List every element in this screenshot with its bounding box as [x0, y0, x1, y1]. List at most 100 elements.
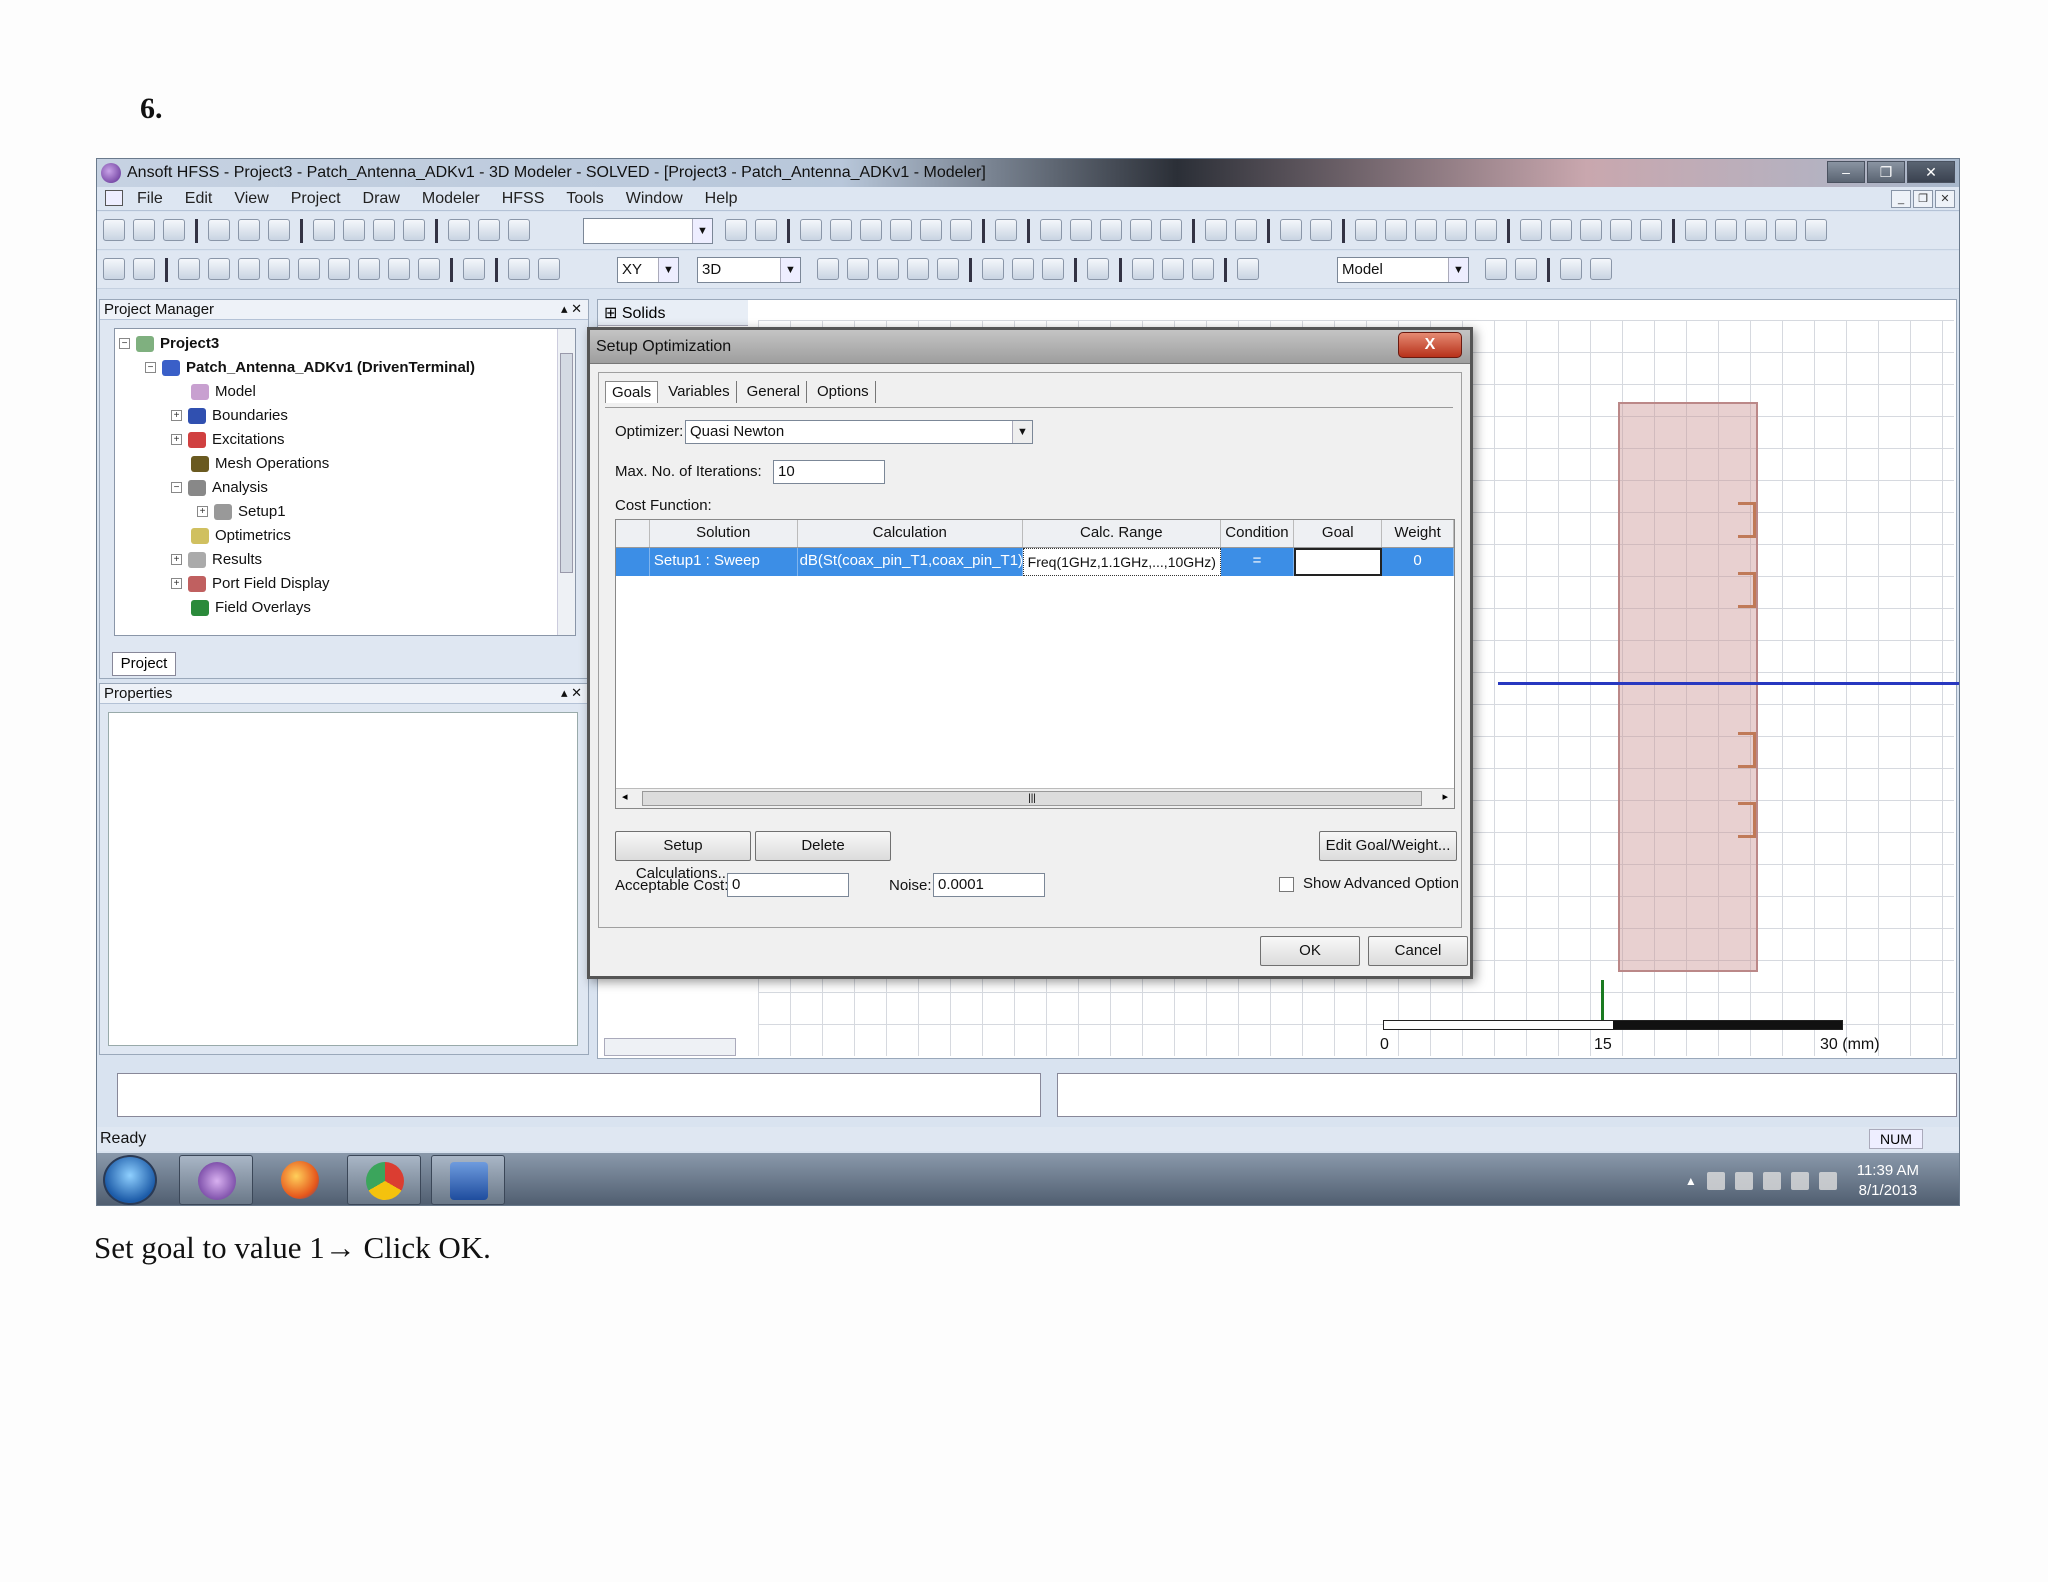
- material-icon[interactable]: [1237, 258, 1259, 280]
- sphere-icon[interactable]: [298, 258, 320, 280]
- bondwire-icon[interactable]: [418, 258, 440, 280]
- expand-icon[interactable]: +: [171, 554, 182, 565]
- restore-button[interactable]: ❐: [1867, 161, 1905, 183]
- plane-select[interactable]: XY ▼: [617, 257, 679, 283]
- move-icon[interactable]: [982, 258, 1004, 280]
- dialog-close-button[interactable]: X: [1398, 332, 1462, 358]
- collapse-icon[interactable]: −: [119, 338, 130, 349]
- expand-icon[interactable]: +: [171, 410, 182, 421]
- menu-tools[interactable]: Tools: [566, 190, 603, 208]
- scrollbar-thumb[interactable]: [560, 353, 573, 573]
- menu-modeler[interactable]: Modeler: [422, 190, 480, 208]
- snap-icon[interactable]: [1515, 258, 1537, 280]
- spline-icon[interactable]: [1550, 219, 1572, 241]
- print-icon[interactable]: [313, 219, 335, 241]
- cell-goal-input[interactable]: [1294, 548, 1383, 576]
- info-icon[interactable]: [755, 219, 777, 241]
- tree-item-field-overlays[interactable]: Field Overlays: [191, 599, 311, 616]
- tree-item-model[interactable]: Model: [191, 383, 256, 400]
- line-icon[interactable]: [1520, 219, 1542, 241]
- tree-item-project[interactable]: − Project3: [119, 335, 219, 352]
- solids-node[interactable]: ⊞ Solids: [598, 300, 748, 326]
- redo-icon[interactable]: [403, 219, 425, 241]
- window-icon[interactable]: [995, 219, 1017, 241]
- cell-calculation[interactable]: dB(St(coax_pin_T1,coax_pin_T1)): [798, 548, 1024, 576]
- tree-item-setup1[interactable]: + Setup1: [197, 503, 286, 520]
- setup-calculations-button[interactable]: Setup Calculations...: [615, 831, 751, 882]
- max-iterations-input[interactable]: 10: [773, 460, 885, 484]
- arc-center-icon[interactable]: [1610, 219, 1632, 241]
- select-icon[interactable]: [448, 219, 470, 241]
- duplicate-along-line-icon[interactable]: [1132, 258, 1154, 280]
- dimension-select[interactable]: 3D ▼: [697, 257, 801, 283]
- offset-icon[interactable]: [1087, 258, 1109, 280]
- tree-item-results[interactable]: + Results: [171, 551, 262, 568]
- taskbar-word[interactable]: [431, 1155, 505, 1205]
- equation-curve-icon[interactable]: [1640, 219, 1662, 241]
- helix-icon[interactable]: [358, 258, 380, 280]
- imprint-icon[interactable]: [937, 258, 959, 280]
- optimizer-select[interactable]: Quasi Newton ▼: [685, 420, 1033, 444]
- cone-icon[interactable]: [268, 258, 290, 280]
- taskbar-firefox[interactable]: [263, 1155, 337, 1205]
- fit-all-icon[interactable]: [1280, 219, 1302, 241]
- new-icon[interactable]: [103, 219, 125, 241]
- table-hscrollbar[interactable]: ◂ ||| ▸: [616, 788, 1454, 808]
- minimize-button[interactable]: –: [1827, 161, 1865, 183]
- region-icon[interactable]: [463, 258, 485, 280]
- expand-icon[interactable]: +: [197, 506, 208, 517]
- circle-icon[interactable]: [1715, 219, 1737, 241]
- menu-window[interactable]: Window: [626, 190, 683, 208]
- polygon-icon[interactable]: [1745, 219, 1767, 241]
- context-help-icon[interactable]: [133, 258, 155, 280]
- cancel-button[interactable]: Cancel: [1368, 936, 1468, 966]
- panel-controls-icon[interactable]: ▴ ✕: [561, 685, 582, 701]
- cut-icon[interactable]: [208, 219, 230, 241]
- mdi-restore-button[interactable]: ❐: [1913, 190, 1933, 208]
- dropbox-icon[interactable]: [1818, 1172, 1837, 1190]
- acceptable-cost-input[interactable]: 0: [727, 873, 849, 897]
- close-button[interactable]: ✕: [1907, 161, 1955, 183]
- field-icon[interactable]: [920, 219, 942, 241]
- tree-item-port-field-display[interactable]: + Port Field Display: [171, 575, 330, 592]
- start-button[interactable]: [103, 1155, 157, 1205]
- edit-goal-weight-button[interactable]: Edit Goal/Weight...: [1319, 831, 1457, 861]
- progress-pane[interactable]: [1057, 1073, 1957, 1117]
- duplicate-around-axis-icon[interactable]: [1162, 258, 1184, 280]
- tray-expand-icon[interactable]: ▲: [1685, 1174, 1697, 1188]
- tree-hscrollbar[interactable]: [604, 1038, 736, 1056]
- col-goal[interactable]: Goal: [1294, 520, 1383, 547]
- col-calc-range[interactable]: Calc. Range: [1023, 520, 1221, 547]
- scroll-right-icon[interactable]: ▸: [1442, 790, 1448, 803]
- orbit-icon[interactable]: [1130, 219, 1152, 241]
- patch-antenna-shape[interactable]: [1618, 402, 1758, 972]
- plot-icon[interactable]: [950, 219, 972, 241]
- copy-icon[interactable]: [238, 219, 260, 241]
- panel-controls-icon[interactable]: ▴ ✕: [561, 301, 582, 317]
- menu-edit[interactable]: Edit: [185, 190, 213, 208]
- tab-goals[interactable]: Goals: [605, 381, 659, 403]
- collapse-icon[interactable]: −: [145, 362, 156, 373]
- delete-button[interactable]: Delete: [755, 831, 891, 861]
- move-up-icon[interactable]: [478, 219, 500, 241]
- tree-item-optimetrics[interactable]: Optimetrics: [191, 527, 291, 544]
- hide-all-icon[interactable]: [1475, 219, 1497, 241]
- clock[interactable]: 11:39 AM 8/1/2013: [1857, 1161, 1919, 1201]
- show-icon[interactable]: [1385, 219, 1407, 241]
- tree-item-analysis[interactable]: − Analysis: [171, 479, 268, 496]
- help-icon[interactable]: [103, 258, 125, 280]
- duplicate-mirror-icon[interactable]: [1192, 258, 1214, 280]
- box-icon[interactable]: [178, 258, 200, 280]
- menu-hfss[interactable]: HFSS: [502, 190, 545, 208]
- scroll-left-icon[interactable]: ◂: [622, 790, 628, 803]
- col-condition[interactable]: Condition: [1221, 520, 1295, 547]
- expand-icon[interactable]: +: [171, 578, 182, 589]
- undo-icon[interactable]: [373, 219, 395, 241]
- menu-draw[interactable]: Draw: [363, 190, 400, 208]
- zoom-icon[interactable]: [1160, 219, 1182, 241]
- point-icon[interactable]: [508, 258, 530, 280]
- visibility-icon[interactable]: [1355, 219, 1377, 241]
- pan-icon[interactable]: [1040, 219, 1062, 241]
- taskbar-hfss[interactable]: [179, 1155, 253, 1205]
- row-header-cell[interactable]: [616, 548, 650, 576]
